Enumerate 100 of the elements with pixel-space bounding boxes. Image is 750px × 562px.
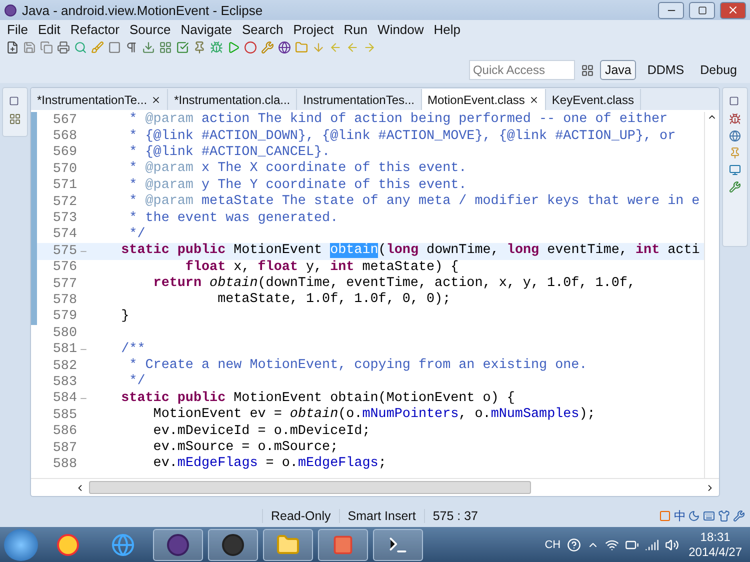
code-text: MotionEvent ev = obtain(o.mNumPointers, o.mNumSamples); <box>152 407 596 424</box>
menu-item[interactable]: Window <box>372 22 429 36</box>
maximize-icon <box>698 6 706 14</box>
circle-icon <box>166 532 190 556</box>
download-icon[interactable] <box>142 41 155 54</box>
line-number: 579 <box>52 309 77 324</box>
volume-icon[interactable] <box>664 538 679 552</box>
close-icon[interactable] <box>528 94 539 104</box>
square-icon[interactable] <box>108 41 121 54</box>
line-number: 574 <box>52 227 77 242</box>
line-number: 588 <box>52 456 77 472</box>
keyboard-icon[interactable] <box>703 510 716 522</box>
menu-item[interactable]: Source <box>124 22 176 36</box>
close-icon <box>727 4 739 16</box>
line-number: 572 <box>52 194 77 210</box>
maximize-button[interactable] <box>689 2 715 18</box>
perspective-button[interactable]: Debug <box>695 60 742 80</box>
bug-icon[interactable] <box>728 113 742 126</box>
line-number: 586 <box>52 424 77 440</box>
circle-icon <box>221 532 245 556</box>
code-text: ev.mEdgeFlags = o.mEdgeFlags; <box>152 456 386 472</box>
status-text: Read-Only <box>262 509 339 523</box>
line-number: 568 <box>52 129 77 144</box>
help-icon[interactable] <box>566 538 581 552</box>
scroll-thumb[interactable] <box>89 481 531 494</box>
minimize-button[interactable] <box>658 2 684 18</box>
code-text: * the event was generated. <box>128 210 338 227</box>
code-text: float x, float y, int metaState) { <box>184 260 459 276</box>
ime-language-toggle[interactable]: 中 <box>674 508 686 524</box>
status-text: 575 : 37 <box>424 509 486 523</box>
line-number: 585 <box>52 408 77 423</box>
line-number: 571 <box>52 178 77 194</box>
menu-item[interactable]: File <box>2 22 33 36</box>
menu-item[interactable]: Navigate <box>176 22 238 36</box>
wrench-icon[interactable] <box>261 41 274 54</box>
status-text: Smart Insert <box>338 509 424 523</box>
menu-item[interactable]: Project <box>288 22 339 36</box>
globe-icon <box>111 532 135 556</box>
wrench-icon[interactable] <box>728 181 742 194</box>
horizontal-scrollbar[interactable] <box>31 478 719 496</box>
pin-icon[interactable] <box>193 41 206 54</box>
search-icon[interactable] <box>74 41 87 54</box>
code-text: */ <box>128 226 146 243</box>
menu-item[interactable]: Refactor <box>65 22 124 36</box>
code-text: * Create a new MotionEvent, copying from an existing one. <box>128 358 588 374</box>
code-text: ev.mSource = o.mSource; <box>152 440 338 456</box>
new-file-icon[interactable] <box>6 41 19 54</box>
code-text: * @param x The X coordinate of this event. <box>128 161 467 178</box>
editor-tab[interactable]: MotionEvent.class <box>422 89 546 110</box>
signal-icon[interactable] <box>644 538 659 552</box>
moon-icon[interactable] <box>688 510 701 522</box>
monitor-icon[interactable] <box>728 164 742 177</box>
perspective-button[interactable]: DDMS <box>642 60 690 80</box>
folder-icon <box>276 532 300 556</box>
bug-icon[interactable] <box>210 41 223 54</box>
menu-item[interactable]: Help <box>428 22 466 36</box>
window-title: Java - android.view.MotionEvent - Eclipse <box>22 2 264 18</box>
grid-icon[interactable] <box>159 41 172 54</box>
copy-icon[interactable] <box>40 41 53 54</box>
code-text: static public MotionEvent obtain(MotionEvent o) { <box>120 390 515 407</box>
editor-tab[interactable]: KeyEvent.class <box>546 89 641 110</box>
menu-item[interactable]: Search <box>237 22 288 36</box>
brush-icon[interactable] <box>91 41 104 54</box>
line-number: 570 <box>52 162 77 177</box>
line-number: 581 <box>52 342 77 358</box>
close-icon[interactable] <box>151 94 162 104</box>
code-text: */ <box>128 374 146 390</box>
quick-access-field[interactable]: Quick Access <box>468 60 575 80</box>
save-icon[interactable] <box>23 41 36 54</box>
editor-tab[interactable]: *Instrumentation.cla... <box>168 89 298 110</box>
checkbox-icon[interactable] <box>176 41 189 54</box>
wifi-icon[interactable] <box>604 538 619 552</box>
printer-icon[interactable] <box>57 41 70 54</box>
run-icon[interactable] <box>227 41 240 54</box>
close-button[interactable] <box>720 2 746 18</box>
taskbar-button[interactable] <box>373 528 423 560</box>
folder-icon[interactable] <box>295 41 308 54</box>
pin-icon[interactable] <box>728 147 742 160</box>
code-text: ev.mDeviceId = o.mDeviceId; <box>152 424 370 440</box>
input-language-indicator[interactable]: CH <box>544 538 561 550</box>
line-number: 583 <box>52 374 77 390</box>
taskbar-button[interactable] <box>208 528 258 560</box>
circle-icon[interactable] <box>244 41 257 54</box>
taskbar-button[interactable] <box>153 528 203 560</box>
code-text: } <box>120 308 130 325</box>
menu-item[interactable]: Run <box>338 22 373 36</box>
start-button[interactable] <box>4 528 38 560</box>
globe-icon[interactable] <box>278 41 291 54</box>
line-number: 567 <box>52 112 77 128</box>
code-text: * @param metaState The state of any meta / modifier keys that were in e <box>128 194 700 210</box>
code-text: static public MotionEvent obtain(long downTime, long eventTime, int acti <box>120 243 700 260</box>
line-number: 584 <box>52 391 77 406</box>
line-number: 573 <box>52 211 77 226</box>
clock[interactable]: 18:31 2014/4/27 <box>684 530 746 560</box>
pilcrow-icon[interactable] <box>125 41 138 54</box>
perspective-button[interactable]: Java <box>600 60 636 80</box>
editor-tab[interactable]: *InstrumentationTe... <box>31 89 168 110</box>
menu-item[interactable]: Edit <box>32 22 66 36</box>
wrench-icon[interactable] <box>733 510 746 522</box>
shirt-icon[interactable] <box>718 510 731 522</box>
